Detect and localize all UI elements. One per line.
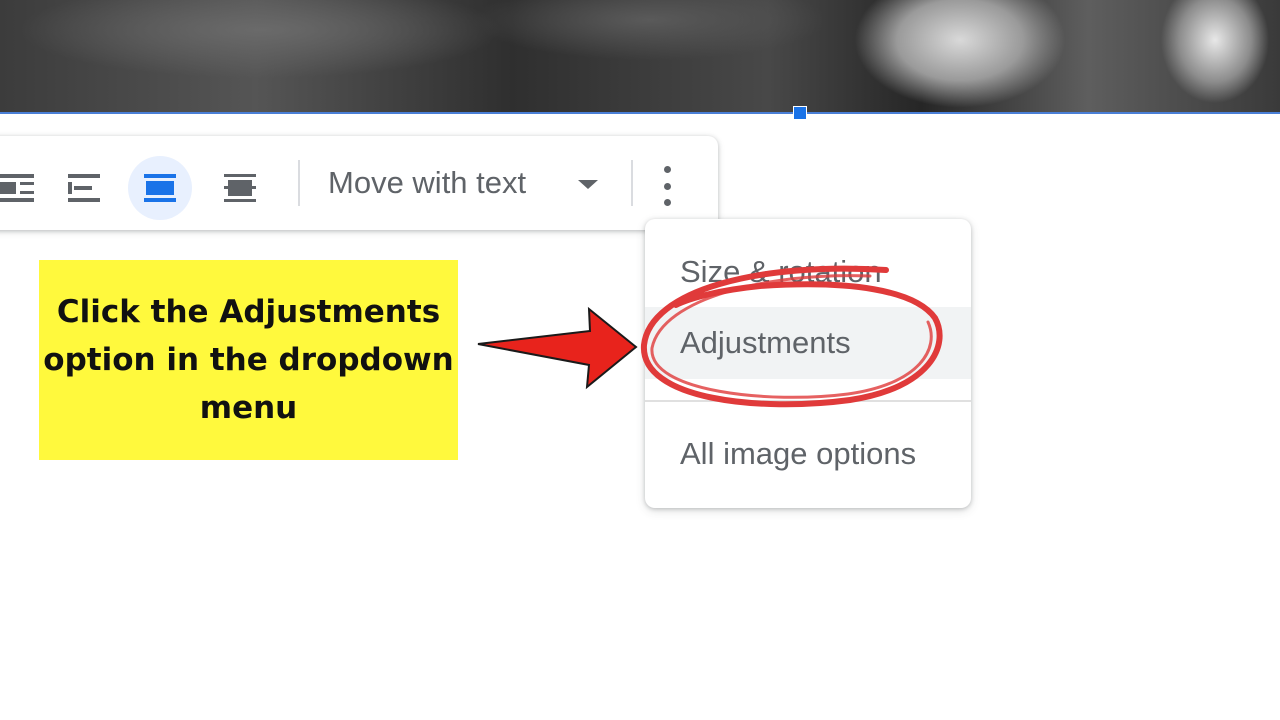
wrap-text-button[interactable] [0,156,48,220]
image-toolbar: Move with text [0,136,718,230]
toolbar-divider [298,160,300,206]
arrow-icon [477,306,638,390]
more-vert-icon[interactable] [661,166,673,206]
instruction-callout: Click the Adjustments option in the drop… [39,260,458,460]
menu-item-all-image-options[interactable]: All image options [645,418,971,490]
image-options-menu: Size & rotation Adjustments All image op… [645,219,971,508]
inline-text-icon [144,174,176,202]
break-text-icon [68,174,100,202]
menu-item-size-rotation[interactable]: Size & rotation [645,236,971,308]
wrap-mode-dropdown-label[interactable]: Move with text [328,164,526,202]
inline-text-button[interactable] [128,156,192,220]
in-front-of-text-button[interactable] [208,156,272,220]
dropdown-caret-icon[interactable] [578,180,598,189]
callout-text: Click the Adjustments option in the drop… [43,294,454,426]
break-text-button[interactable] [52,156,116,220]
menu-divider [645,400,971,402]
menu-item-adjustments[interactable]: Adjustments [645,307,971,379]
image-selection-border [0,112,1280,114]
selected-image[interactable] [0,0,1280,112]
wrap-text-icon [0,174,34,202]
toolbar-divider [631,160,633,206]
in-front-of-text-icon [224,174,256,202]
resize-handle[interactable] [793,106,807,120]
